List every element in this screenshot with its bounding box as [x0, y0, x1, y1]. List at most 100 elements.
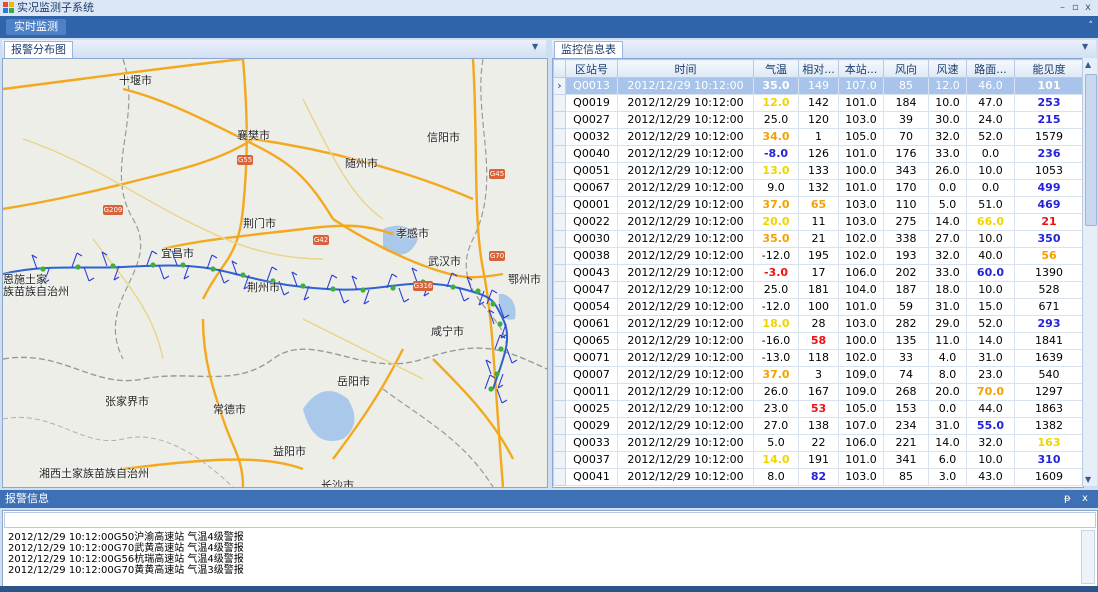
table-cell: 53	[798, 400, 839, 418]
row-indicator[interactable]	[553, 128, 566, 146]
table-row[interactable]: Q0019 2012/12/29 10:12:00 12.0 142 101.0 184 1…	[553, 94, 1083, 112]
table-row[interactable]: Q0067 2012/12/29 10:12:00 9.0 132 101.0 170 0.…	[553, 179, 1083, 197]
table-row[interactable]: Q0029 2012/12/29 10:12:00 27.0 138 107.0 234 3…	[553, 417, 1083, 435]
table-row[interactable]: Q0071 2012/12/29 10:12:00 -13.0 118 102.0 33 4…	[553, 349, 1083, 367]
scroll-down-icon[interactable]: ▼	[1085, 475, 1091, 484]
station-marker[interactable]	[488, 386, 494, 392]
column-header[interactable]: 风向	[883, 59, 929, 78]
map-canvas[interactable]	[3, 59, 547, 487]
row-indicator[interactable]	[553, 230, 566, 248]
table-row[interactable]: Q0032 2012/12/29 10:12:00 34.0 1 105.0 70 32.0…	[553, 128, 1083, 146]
column-header[interactable]: 本站...	[838, 59, 884, 78]
station-marker[interactable]	[180, 262, 186, 268]
tab-realtime-monitoring[interactable]: 实时监测	[6, 19, 66, 35]
station-marker[interactable]	[240, 272, 246, 278]
station-marker[interactable]	[110, 263, 116, 269]
row-indicator[interactable]	[553, 247, 566, 265]
table-row[interactable]: Q0030 2012/12/29 10:12:00 35.0 21 102.0 338 27…	[553, 230, 1083, 248]
row-indicator[interactable]	[553, 111, 566, 129]
tab-monitoring-table[interactable]: 监控信息表	[554, 41, 623, 58]
station-marker[interactable]	[498, 346, 504, 352]
pin-icon[interactable]: ᵽ	[1064, 492, 1071, 506]
row-indicator[interactable]	[553, 179, 566, 197]
table-row[interactable]: › Q0013 2012/12/29 10:12:00 35.0 149 107.0 85 1…	[553, 77, 1083, 95]
station-marker[interactable]	[475, 288, 481, 294]
station-marker[interactable]	[494, 371, 500, 377]
table-row[interactable]: Q0027 2012/12/29 10:12:00 25.0 120 103.0 39 30…	[553, 111, 1083, 129]
table-row[interactable]: Q0041 2012/12/29 10:12:00 8.0 82 103.0 85 3.0 4…	[553, 468, 1083, 486]
row-indicator[interactable]	[553, 264, 566, 282]
table-row[interactable]: Q0037 2012/12/29 10:12:00 14.0 191 101.0 341 6…	[553, 451, 1083, 469]
column-header[interactable]: 区站号	[565, 59, 618, 78]
table-cell: 187	[883, 281, 929, 299]
row-indicator[interactable]	[553, 349, 566, 367]
column-header[interactable]: 路面...	[966, 59, 1015, 78]
wind-barb	[338, 288, 345, 304]
table-row[interactable]: Q0033 2012/12/29 10:12:00 5.0 22 106.0 221 14.…	[553, 434, 1083, 452]
table-cell: Q0067	[565, 179, 618, 197]
station-marker[interactable]	[497, 321, 503, 327]
minimize-button[interactable]: –	[1060, 1, 1065, 14]
alarm-scrollbar[interactable]	[1081, 530, 1095, 584]
row-indicator[interactable]	[553, 281, 566, 299]
row-indicator[interactable]	[553, 213, 566, 231]
alarm-close-button[interactable]: x	[1082, 492, 1088, 506]
station-marker[interactable]	[490, 301, 496, 307]
station-marker[interactable]	[75, 264, 81, 270]
table-cell: 33.0	[928, 264, 967, 282]
station-marker[interactable]	[450, 284, 456, 290]
column-header[interactable]: 能见度	[1014, 59, 1083, 78]
map-panel-menu-icon[interactable]: ▼	[532, 42, 538, 51]
row-indicator[interactable]	[553, 451, 566, 469]
table-cell: 2012/12/29 10:12:00	[617, 230, 754, 248]
alarm-map[interactable]: 十堰市 襄樊市 信阳市 随州市 荆门市 孝感市 宜昌市 武汉市 鄂州市 荆州市 …	[2, 58, 548, 488]
column-header[interactable]: 气温	[753, 59, 799, 78]
table-row[interactable]: Q0001 2012/12/29 10:12:00 37.0 65 103.0 110 5.…	[553, 196, 1083, 214]
table-scrollbar[interactable]: ▲ ▼	[1082, 58, 1097, 486]
scrollbar-thumb[interactable]	[1085, 74, 1097, 226]
table-row[interactable]: Q0022 2012/12/29 10:12:00 20.0 11 103.0 275 14…	[553, 213, 1083, 231]
row-indicator[interactable]	[553, 298, 566, 316]
row-indicator[interactable]	[553, 417, 566, 435]
column-header[interactable]: 风速	[928, 59, 967, 78]
row-indicator[interactable]	[553, 332, 566, 350]
table-row[interactable]: Q0047 2012/12/29 10:12:00 25.0 181 104.0 187 1…	[553, 281, 1083, 299]
table-row[interactable]: Q0065 2012/12/29 10:12:00 -16.0 58 100.0 135 1…	[553, 332, 1083, 350]
ribbon-collapse-icon[interactable]: ˄	[1089, 19, 1094, 33]
close-button[interactable]: x	[1085, 1, 1091, 14]
table-row[interactable]: Q0007 2012/12/29 10:12:00 37.0 3 109.0 74 8.0 2…	[553, 366, 1083, 384]
table-row[interactable]: Q0043 2012/12/29 10:12:00 -3.0 17 106.0 202 33…	[553, 264, 1083, 282]
table-row[interactable]: Q0025 2012/12/29 10:12:00 23.0 53 105.0 153 0.…	[553, 400, 1083, 418]
row-indicator[interactable]	[553, 434, 566, 452]
maximize-button[interactable]: ▫	[1072, 1, 1079, 14]
station-marker[interactable]	[390, 285, 396, 291]
station-marker[interactable]	[150, 262, 156, 268]
row-indicator[interactable]	[553, 162, 566, 180]
row-indicator[interactable]	[553, 315, 566, 333]
column-header[interactable]: 相对...	[798, 59, 839, 78]
row-indicator[interactable]	[553, 94, 566, 112]
row-indicator[interactable]	[553, 366, 566, 384]
table-row[interactable]: Q0040 2012/12/29 10:12:00 -8.0 126 101.0 176 3…	[553, 145, 1083, 163]
table-row[interactable]: Q0061 2012/12/29 10:12:00 18.0 28 103.0 282 29…	[553, 315, 1083, 333]
station-marker[interactable]	[210, 266, 216, 272]
station-marker[interactable]	[330, 286, 336, 292]
station-marker[interactable]	[300, 283, 306, 289]
station-marker[interactable]	[360, 287, 366, 293]
table-row[interactable]: Q0038 2012/12/29 10:12:00 -12.0 195 102.0 193…	[553, 247, 1083, 265]
row-indicator[interactable]	[553, 145, 566, 163]
tab-alarm-map[interactable]: 报警分布图	[4, 41, 73, 58]
alarm-filter-input[interactable]	[4, 512, 1096, 528]
row-indicator[interactable]	[553, 400, 566, 418]
table-row[interactable]: Q0054 2012/12/29 10:12:00 -12.0 100 101.0 59 3…	[553, 298, 1083, 316]
row-indicator[interactable]	[553, 383, 566, 401]
table-row[interactable]: Q0051 2012/12/29 10:12:00 13.0 133 100.0 343 2…	[553, 162, 1083, 180]
scroll-up-icon[interactable]: ▲	[1085, 60, 1091, 69]
map-label-yiyang: 益阳市	[273, 445, 306, 458]
table-panel-menu-icon[interactable]: ▼	[1082, 42, 1088, 51]
row-indicator[interactable]	[553, 196, 566, 214]
column-header[interactable]: 时间	[617, 59, 754, 78]
row-indicator[interactable]: ›	[553, 77, 566, 95]
row-indicator[interactable]	[553, 468, 566, 486]
table-row[interactable]: Q0011 2012/12/29 10:12:00 26.0 167 109.0 268 2…	[553, 383, 1083, 401]
